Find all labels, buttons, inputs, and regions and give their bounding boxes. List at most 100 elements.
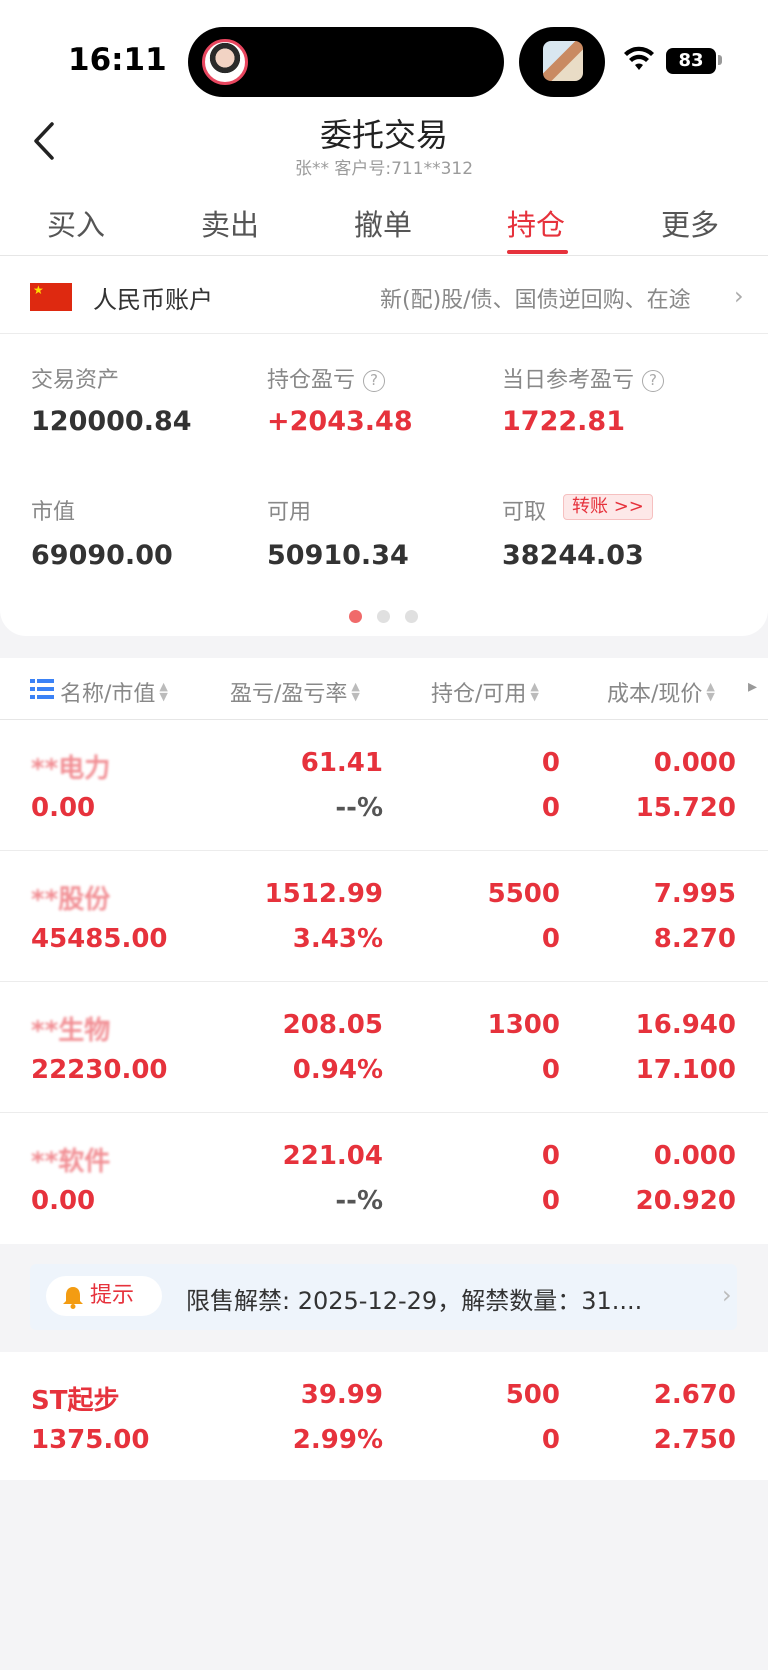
live-activity[interactable] [519, 27, 605, 97]
lockup-release-tip[interactable]: 提示 限售解禁: 2025-12-29，解禁数量：31.... › [30, 1264, 737, 1330]
stock-cost: 2.670 [653, 1380, 736, 1410]
stock-pnl: 39.99 [300, 1380, 383, 1410]
trade-assets-label: 交易资产 [31, 368, 120, 393]
table-row[interactable]: ST起步 1375.00 39.99 2.99% 500 0 2.670 2.7… [0, 1352, 768, 1480]
page-title: 委托交易 [319, 116, 448, 154]
battery-tip [718, 55, 722, 65]
chevron-right-icon: › [722, 1281, 732, 1309]
stock-cost: 7.995 [653, 879, 736, 909]
tip-badge: 提示 [46, 1276, 162, 1316]
table-row[interactable]: **生物 22230.00 208.05 0.94% 1300 0 16.940… [0, 982, 768, 1113]
stock-available: 0 [541, 1055, 560, 1085]
stock-available: 0 [541, 924, 560, 954]
header-holding-available[interactable]: 持仓/可用 ▲ ▼ [431, 676, 539, 708]
table-row[interactable]: **电力 0.00 61.41 --% 0 0 0.000 15.720 [0, 720, 768, 851]
withdrawable-label: 可取 [502, 500, 547, 525]
account-subtitle[interactable]: 张** 客户号:711**312 [0, 154, 768, 176]
stock-name: ST起步 [31, 1386, 120, 1416]
account-name: 人民币账户 [93, 286, 213, 314]
help-icon[interactable]: ? [363, 370, 386, 392]
position-pnl-label: 持仓盈亏? [267, 362, 386, 394]
stock-cost: 0.000 [653, 748, 736, 778]
stock-price: 17.100 [635, 1055, 736, 1085]
stock-cost: 16.940 [635, 1010, 736, 1040]
chevron-right-icon: › [734, 282, 744, 310]
stock-holding: 5500 [487, 879, 560, 909]
scroll-right-icon[interactable]: ▸ [748, 676, 757, 697]
tab-buy[interactable]: 买入 [47, 202, 105, 244]
stock-holding: 0 [541, 1141, 560, 1171]
header-pnl-rate[interactable]: 盈亏/盈亏率 ▲ ▼ [230, 676, 360, 708]
stock-pnl: 208.05 [282, 1010, 383, 1040]
stock-name: **生物 [31, 1016, 111, 1046]
trade-assets-value: 120000.84 [31, 406, 192, 437]
battery-icon: 83 [666, 48, 716, 74]
available-value: 50910.34 [267, 540, 409, 571]
stock-price: 8.270 [653, 924, 736, 954]
sort-icon: ▲ ▼ [159, 680, 168, 703]
page-dot [349, 610, 362, 623]
stock-pnl-rate: 3.43% [292, 924, 383, 954]
stock-pnl: 1512.99 [264, 879, 383, 909]
account-summary-card: ★ 人民币账户 新(配)股/债、国债逆回购、在途 › 交易资产 120000.8… [0, 256, 768, 636]
status-time: 16:11 [68, 42, 167, 78]
market-value-label: 市值 [31, 500, 76, 525]
stock-holding: 0 [541, 748, 560, 778]
account-row[interactable]: ★ 人民币账户 新(配)股/债、国债逆回购、在途 › [0, 256, 768, 334]
position-pnl-label-text: 持仓盈亏 [267, 368, 356, 393]
header-label: 持仓/可用 [431, 682, 527, 707]
stock-name: **电力 [31, 754, 111, 784]
daily-pnl-label: 当日参考盈亏? [502, 362, 665, 394]
stock-price: 20.920 [635, 1186, 736, 1216]
market-value-value: 69090.00 [31, 540, 173, 571]
stock-pnl: 221.04 [282, 1141, 383, 1171]
tab-more[interactable]: 更多 [661, 202, 719, 244]
stock-cost: 0.000 [653, 1141, 736, 1171]
stock-holding: 500 [505, 1380, 560, 1410]
available-label: 可用 [267, 500, 312, 525]
table-row[interactable]: **软件 0.00 221.04 --% 0 0 0.000 20.920 [0, 1113, 768, 1244]
stock-name: **软件 [31, 1147, 111, 1177]
header-label: 名称/市值 [60, 682, 156, 707]
header-cost-price[interactable]: 成本/现价 ▲ ▼ [607, 676, 715, 708]
header-label: 成本/现价 [607, 682, 703, 707]
withdrawable-value: 38244.03 [502, 540, 644, 571]
help-icon[interactable]: ? [642, 370, 665, 392]
position-pnl-value: +2043.48 [267, 406, 413, 437]
tip-text: 限售解禁: 2025-12-29，解禁数量：31.... [186, 1287, 643, 1315]
daily-pnl-value: 1722.81 [502, 406, 625, 437]
stock-price: 15.720 [635, 793, 736, 823]
stock-pnl-rate: --% [335, 1186, 383, 1216]
tab-holdings[interactable]: 持仓 [507, 202, 565, 244]
tab-sell[interactable]: 卖出 [201, 202, 259, 244]
holdings-list: **电力 0.00 61.41 --% 0 0 0.000 15.720 **股… [0, 720, 768, 1244]
sort-icon: ▲ ▼ [530, 680, 539, 703]
sort-icon: ▲ ▼ [351, 680, 360, 703]
transfer-button[interactable]: 转账 >> [563, 494, 653, 520]
holdings-table-header: 名称/市值 ▲ ▼ 盈亏/盈亏率 ▲ ▼ 持仓/可用 ▲ ▼ 成本/现价 ▲ ▼ ▸ [0, 658, 768, 720]
stock-available: 0 [541, 793, 560, 823]
stock-available: 0 [541, 1186, 560, 1216]
page-dot [377, 610, 390, 623]
table-row[interactable]: **股份 45485.00 1512.99 3.43% 5500 0 7.995… [0, 851, 768, 982]
sort-icon: ▲ ▼ [706, 680, 715, 703]
stock-price: 2.750 [653, 1425, 736, 1455]
stock-pnl-rate: --% [335, 793, 383, 823]
status-bar: 16:11 83 [0, 0, 768, 110]
stock-name: **股份 [31, 885, 111, 915]
stock-market-value: 45485.00 [31, 924, 168, 954]
bell-icon [63, 1287, 83, 1309]
cn-flag-icon: ★ [30, 283, 72, 311]
stock-pnl-rate: 2.99% [292, 1425, 383, 1455]
tab-cancel[interactable]: 撤单 [354, 202, 412, 244]
list-icon[interactable] [30, 677, 54, 701]
thumbnail-icon [543, 41, 583, 81]
page-dot [405, 610, 418, 623]
daily-pnl-label-text: 当日参考盈亏 [502, 368, 635, 393]
nav-header: 委托交易 张** 客户号:711**312 [0, 110, 768, 180]
header-label: 盈亏/盈亏率 [230, 682, 348, 707]
dynamic-island[interactable] [188, 27, 504, 97]
header-name-value[interactable]: 名称/市值 ▲ ▼ [60, 676, 168, 708]
stock-pnl-rate: 0.94% [292, 1055, 383, 1085]
avatar-icon [202, 39, 248, 85]
